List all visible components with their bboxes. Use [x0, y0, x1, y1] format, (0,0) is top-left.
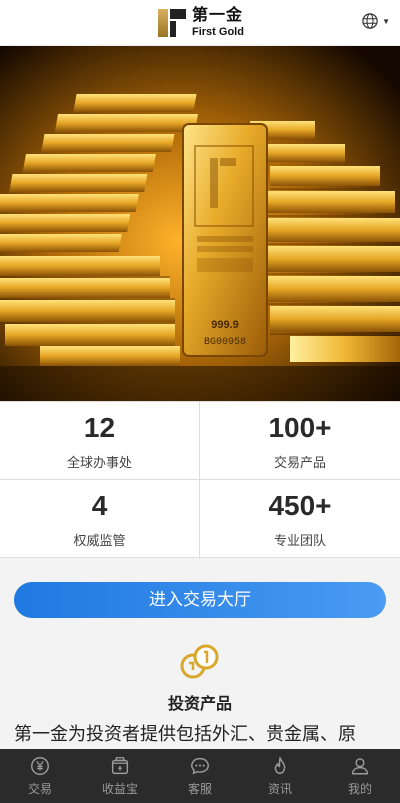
stat-value: 4	[91, 490, 108, 521]
logo-title-en: First Gold	[192, 26, 244, 38]
stat-team: 450+ 专业团队	[200, 480, 400, 559]
stat-offices: 12 全球办事处	[0, 402, 200, 480]
stat-value: 450+	[268, 490, 332, 521]
tab-label: 资讯	[267, 782, 292, 796]
coins-icon	[180, 644, 219, 679]
stats-grid: 12 全球办事处 100+ 交易产品 4 权威监管 450+ 专业团队	[0, 401, 400, 559]
tab-news[interactable]: 资讯	[240, 749, 320, 803]
bar-purity-text: 999.9	[211, 319, 239, 331]
chat-icon	[191, 757, 209, 775]
stat-label: 权威监管	[73, 533, 126, 548]
bar-serial-text: BG00958	[204, 337, 246, 348]
logo-mark-icon	[156, 7, 188, 39]
tab-profile[interactable]: 我的	[320, 749, 400, 803]
stat-products: 100+ 交易产品	[200, 402, 400, 480]
flame-icon	[274, 757, 286, 775]
stat-label: 全球办事处	[66, 455, 132, 470]
top-header: 第一金 First Gold ▼	[0, 0, 400, 46]
stat-label: 交易产品	[273, 455, 326, 470]
stat-value: 12	[83, 412, 116, 443]
wallet-icon	[111, 757, 129, 775]
user-icon	[351, 758, 369, 775]
globe-icon	[362, 13, 378, 29]
tab-label: 交易	[27, 782, 52, 796]
tab-label: 客服	[187, 782, 212, 796]
language-selector[interactable]: ▼	[361, 12, 390, 30]
chevron-down-icon: ▼	[382, 16, 390, 26]
main-gold-bar: 999.9 BG00958	[182, 123, 268, 357]
products-description: 第一金为投资者提供包括外汇、贵金属、原	[14, 724, 356, 744]
yen-coin-icon	[31, 757, 49, 775]
enter-trading-hall-button[interactable]: 进入交易大厅	[14, 582, 386, 618]
stat-value: 100+	[268, 412, 332, 443]
hero-banner-image: 999.9 BG00958	[0, 46, 400, 401]
tab-support[interactable]: 客服	[160, 749, 240, 803]
stat-regulators: 4 权威监管	[0, 480, 200, 559]
tab-trade[interactable]: 交易	[0, 749, 80, 803]
logo-title-cn: 第一金	[192, 7, 244, 24]
tab-earnings[interactable]: 收益宝	[80, 749, 160, 803]
bottom-tab-bar: 交易 收益宝 客服 资讯 我的	[0, 749, 400, 803]
tab-label: 收益宝	[101, 782, 138, 796]
logo[interactable]: 第一金 First Gold	[156, 6, 244, 40]
section-title-products: 投资产品	[167, 696, 232, 713]
tab-label: 我的	[347, 782, 372, 796]
stat-label: 专业团队	[273, 533, 326, 548]
